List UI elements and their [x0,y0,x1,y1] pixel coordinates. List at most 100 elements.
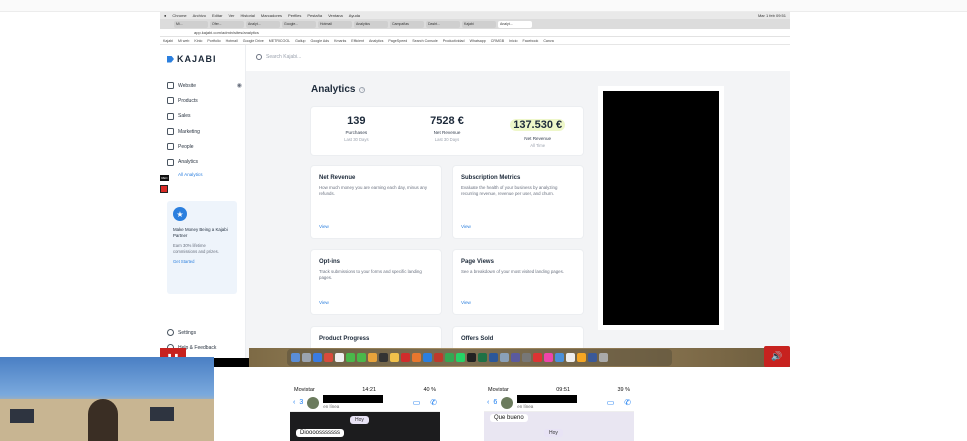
sidebar-item-analytics[interactable]: Analytics [167,154,242,169]
sidebar-item-people[interactable]: People [167,139,242,154]
view-link[interactable]: View [319,224,329,229]
view-link[interactable]: View [461,300,471,305]
address-bar[interactable]: app.kajabi.com/admin/sites/analytics [160,29,790,37]
card-opt-ins[interactable]: Opt-ins Track submissions to your forms … [311,250,441,314]
photos-icon[interactable] [368,353,377,362]
bookmark[interactable]: Analytics [369,39,383,43]
app-icon[interactable] [445,353,454,362]
browser-tab[interactable]: Analyt... [246,20,280,28]
question-icon[interactable]: ? [359,86,366,93]
bookmark[interactable]: Facebook [523,39,539,43]
messages-icon[interactable] [346,353,355,362]
facetime-icon[interactable] [357,353,366,362]
app-icon[interactable] [511,353,520,362]
excel-icon[interactable] [478,353,487,362]
bookmark[interactable]: CRMGB [491,39,504,43]
eye-icon[interactable]: ◉ [237,82,242,89]
sidebar-item-website[interactable]: Website ◉ [167,78,242,93]
app-icon[interactable] [544,353,553,362]
browser-tab-active[interactable]: Analyt... [498,20,532,28]
app-icon[interactable] [522,353,531,362]
video-call-icon[interactable]: ▭ [607,398,615,407]
bookmark[interactable]: Hotmail [226,39,238,43]
bookmark[interactable]: Whatsapp [470,39,486,43]
firefox-icon[interactable] [412,353,421,362]
app-icon[interactable] [577,353,586,362]
browser-tab[interactable]: Campañas [390,20,424,28]
kajabi-logo[interactable]: KAJABI [167,54,217,64]
opera-icon[interactable] [401,353,410,362]
bookmark[interactable]: Mi web [178,39,189,43]
sidebar-item-marketing[interactable]: Marketing [167,124,242,139]
record-stop-icon[interactable] [160,185,168,193]
view-link[interactable]: View [461,224,471,229]
browser-tab[interactable]: Mi... [174,20,208,28]
menu-item[interactable]: Archivo [193,13,206,18]
browser-tab[interactable]: Dasht... [426,20,460,28]
bookmark[interactable]: Productividad [443,39,465,43]
view-link[interactable]: View [319,300,329,305]
card-page-views[interactable]: Page Views See a breakdown of your most … [453,250,583,314]
app-icon[interactable] [434,353,443,362]
browser-tab[interactable]: Google... [282,20,316,28]
card-subscription-metrics[interactable]: Subscription Metrics Evaluate the health… [453,166,583,238]
sidebar-item-sales[interactable]: Sales [167,109,242,124]
browser-tab[interactable]: Ofer... [210,20,244,28]
back-icon[interactable]: ‹ [487,399,489,406]
bookmark[interactable]: PageSpeed [388,39,407,43]
video-call-icon[interactable]: ▭ [413,398,421,407]
camera-icon[interactable] [379,353,388,362]
sidebar-subitem-all-analytics[interactable]: All Analytics [167,170,242,180]
chrome-icon[interactable] [390,353,399,362]
sidebar-item-products[interactable]: Products [167,93,242,108]
bookmark[interactable]: Canva [543,39,553,43]
back-icon[interactable]: ‹ [293,399,295,406]
app-icon[interactable] [555,353,564,362]
app-icon[interactable] [533,353,542,362]
browser-tab[interactable]: Hotmail [318,20,352,28]
bookmark[interactable]: Gallup [295,39,305,43]
menu-item[interactable]: Perfiles [288,13,301,18]
calendar-icon[interactable] [324,353,333,362]
bookmark[interactable]: Kinlo [194,39,202,43]
speaker-icon[interactable]: 🔊 [764,346,790,367]
menu-item[interactable]: Ventana [328,13,343,18]
finder-icon[interactable] [291,353,300,362]
browser-tab[interactable]: Analytics [354,20,388,28]
bookmark[interactable]: Efficient [351,39,364,43]
phone-call-icon[interactable]: ✆ [430,398,437,407]
menu-item[interactable]: Ver [228,13,234,18]
menu-item[interactable]: Ayuda [349,13,360,18]
launchpad-icon[interactable] [302,353,311,362]
trash-icon[interactable] [599,353,608,362]
appstore-icon[interactable] [313,353,322,362]
menu-item[interactable]: Pestaña [307,13,322,18]
bookmark[interactable]: Inicio [509,39,517,43]
card-net-revenue[interactable]: Net Revenue How much money you are earni… [311,166,441,238]
browser-tab[interactable]: Kajabi [462,20,496,28]
word-icon[interactable] [489,353,498,362]
safari-icon[interactable] [423,353,432,362]
terminal-icon[interactable] [467,353,476,362]
bookmark[interactable]: Google Ads [311,39,330,43]
menu-item[interactable]: Chrome [172,13,186,18]
app-icon[interactable] [566,353,575,362]
search-box[interactable]: Search Kajabi... [256,54,301,60]
bookmark[interactable]: Portfolio [207,39,220,43]
bookmark[interactable]: Search Console [412,39,438,43]
get-started-link[interactable]: Get Started [173,259,231,264]
phone-call-icon[interactable]: ✆ [624,398,631,407]
bookmark[interactable]: METRICOOL [269,39,290,43]
notes-icon[interactable] [335,353,344,362]
bookmark[interactable]: Kajabi [163,39,173,43]
menu-item[interactable]: Editar [212,13,222,18]
bookmark[interactable]: Kmarks [334,39,346,43]
app-icon[interactable] [500,353,509,362]
bookmark[interactable]: Google Drive [243,39,264,43]
whatsapp-icon[interactable] [456,353,465,362]
apple-icon[interactable]: ● [164,13,166,18]
menu-item[interactable]: Marcadores [261,13,282,18]
sidebar-item-settings[interactable]: Settings [167,325,242,340]
app-icon[interactable] [588,353,597,362]
menu-item[interactable]: Historial [240,13,254,18]
